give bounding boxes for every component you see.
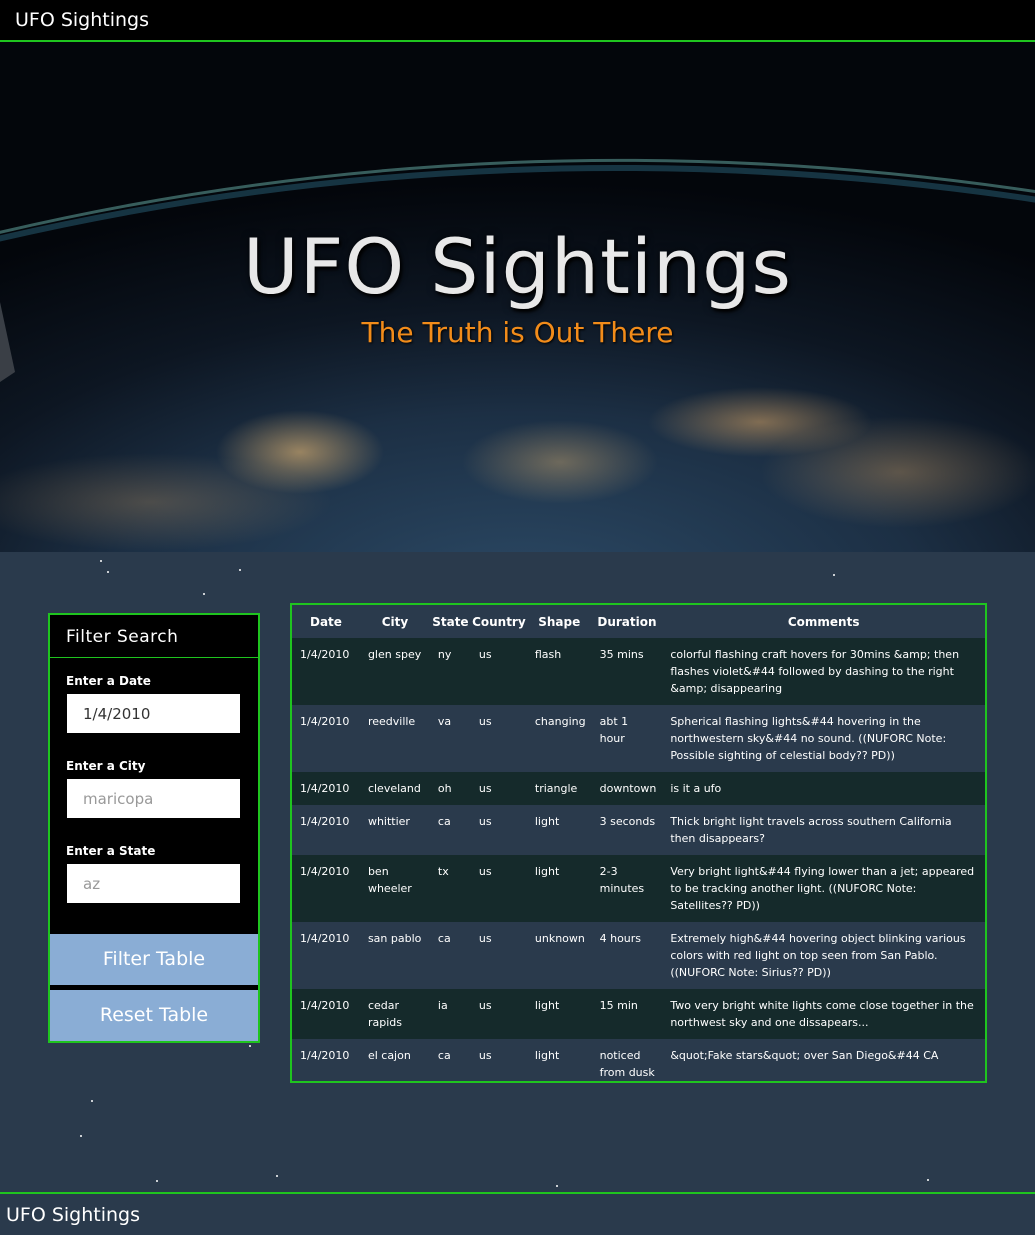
filter-table-button[interactable]: Filter Table <box>50 934 258 985</box>
cell-state: ca <box>429 922 471 989</box>
cell-duration: 3 seconds <box>591 805 663 855</box>
cell-comments: Thick bright light travels across southe… <box>662 805 985 855</box>
table-header-row: Date City State Country Shape Duration C… <box>292 605 985 638</box>
cell-duration: noticed from dusk to dawn <box>591 1039 663 1081</box>
footer: UFO Sightings <box>0 1192 1035 1235</box>
cell-comments: Two very bright white lights come close … <box>662 989 985 1039</box>
cell-country: us <box>470 705 527 772</box>
filter-heading: Filter Search <box>66 627 179 647</box>
state-input[interactable] <box>67 864 240 903</box>
cell-country: us <box>470 805 527 855</box>
cell-date: 1/4/2010 <box>292 705 360 772</box>
cell-state: va <box>429 705 471 772</box>
sightings-table: Date City State Country Shape Duration C… <box>290 603 987 1083</box>
table-row: 1/4/2010 cleveland oh us triangle downtown is … <box>292 772 985 805</box>
cell-duration: 2-3 minutes <box>591 855 663 922</box>
cell-country: us <box>470 772 527 805</box>
cell-state: tx <box>429 855 471 922</box>
header-city: City <box>359 605 430 638</box>
cell-city: cleveland <box>359 772 430 805</box>
cell-comments: Very bright light&#44 flying lower than … <box>662 855 985 922</box>
cell-state: oh <box>429 772 471 805</box>
cell-shape: light <box>526 1039 592 1081</box>
cell-duration: downtown <box>591 772 663 805</box>
city-input[interactable] <box>67 779 240 818</box>
cell-country: us <box>470 989 527 1039</box>
cell-city: san pablo <box>359 922 430 989</box>
cell-comments: Extremely high&#44 hovering object blink… <box>662 922 985 989</box>
cell-duration: 15 min <box>591 989 663 1039</box>
header-country: Country <box>470 605 527 638</box>
cell-state: ca <box>429 1039 471 1081</box>
cell-date: 1/4/2010 <box>292 989 360 1039</box>
cell-date: 1/4/2010 <box>292 1039 360 1081</box>
cell-city: whittier <box>359 805 430 855</box>
header-duration: Duration <box>591 605 663 638</box>
table-row: 1/4/2010 ben wheeler tx us light 2-3 minutes V… <box>292 855 985 922</box>
cell-country: us <box>470 638 527 705</box>
cell-shape: changing <box>526 705 592 772</box>
cell-date: 1/4/2010 <box>292 922 360 989</box>
table-row: 1/4/2010 san pablo ca us unknown 4 hours Extre… <box>292 922 985 989</box>
cell-country: us <box>470 1039 527 1081</box>
table-row: 1/4/2010 whittier ca us light 3 seconds Thick … <box>292 805 985 855</box>
cell-shape: light <box>526 855 592 922</box>
cell-date: 1/4/2010 <box>292 638 360 705</box>
cell-comments: colorful flashing craft hovers for 30min… <box>662 638 985 705</box>
state-label: Enter a State <box>66 844 156 858</box>
table-row: 1/4/2010 glen spey ny us flash 35 mins colorfu… <box>292 638 985 705</box>
filter-header: Filter Search <box>50 615 258 658</box>
table-row: 1/4/2010 el cajon ca us light noticed from du… <box>292 1039 985 1081</box>
header-date: Date <box>292 605 360 638</box>
city-label: Enter a City <box>66 759 146 773</box>
cell-state: ny <box>429 638 471 705</box>
cell-city: reedville <box>359 705 430 772</box>
table-row: 1/4/2010 reedville va us changing abt 1 hour S… <box>292 705 985 772</box>
header-comments: Comments <box>662 605 985 638</box>
table-row: 1/4/2010 cedar rapids ia us light 15 min Two v… <box>292 989 985 1039</box>
filter-panel: Filter Search Enter a Date Enter a City … <box>48 613 260 1043</box>
cell-date: 1/4/2010 <box>292 772 360 805</box>
cell-comments: Spherical flashing lights&#44 hovering i… <box>662 705 985 772</box>
cell-state: ca <box>429 805 471 855</box>
header-state: State <box>429 605 471 638</box>
reset-table-button[interactable]: Reset Table <box>50 990 258 1041</box>
cell-city: ben wheeler <box>359 855 430 922</box>
cell-duration: abt 1 hour <box>591 705 663 772</box>
top-navbar: UFO Sightings <box>0 0 1035 42</box>
cell-shape: flash <box>526 638 592 705</box>
header-shape: Shape <box>526 605 592 638</box>
cell-country: us <box>470 855 527 922</box>
cell-country: us <box>470 922 527 989</box>
cell-duration: 35 mins <box>591 638 663 705</box>
cell-state: ia <box>429 989 471 1039</box>
cell-city: el cajon <box>359 1039 430 1081</box>
cell-shape: light <box>526 805 592 855</box>
cell-shape: unknown <box>526 922 592 989</box>
hero-title: UFO Sightings <box>242 222 792 311</box>
cell-city: glen spey <box>359 638 430 705</box>
cell-comments: is it a ufo <box>662 772 985 805</box>
navbar-brand[interactable]: UFO Sightings <box>15 9 149 31</box>
cell-date: 1/4/2010 <box>292 855 360 922</box>
date-label: Enter a Date <box>66 674 151 688</box>
hero-banner: UFO Sightings The Truth is Out There <box>0 42 1035 552</box>
cell-shape: light <box>526 989 592 1039</box>
cell-duration: 4 hours <box>591 922 663 989</box>
hero-subtitle: The Truth is Out There <box>361 316 674 349</box>
cell-date: 1/4/2010 <box>292 805 360 855</box>
cell-comments: &quot;Fake stars&quot; over San Diego&#4… <box>662 1039 985 1081</box>
footer-text: UFO Sightings <box>6 1204 141 1226</box>
cell-shape: triangle <box>526 772 592 805</box>
date-input[interactable] <box>67 694 240 733</box>
cell-city: cedar rapids <box>359 989 430 1039</box>
